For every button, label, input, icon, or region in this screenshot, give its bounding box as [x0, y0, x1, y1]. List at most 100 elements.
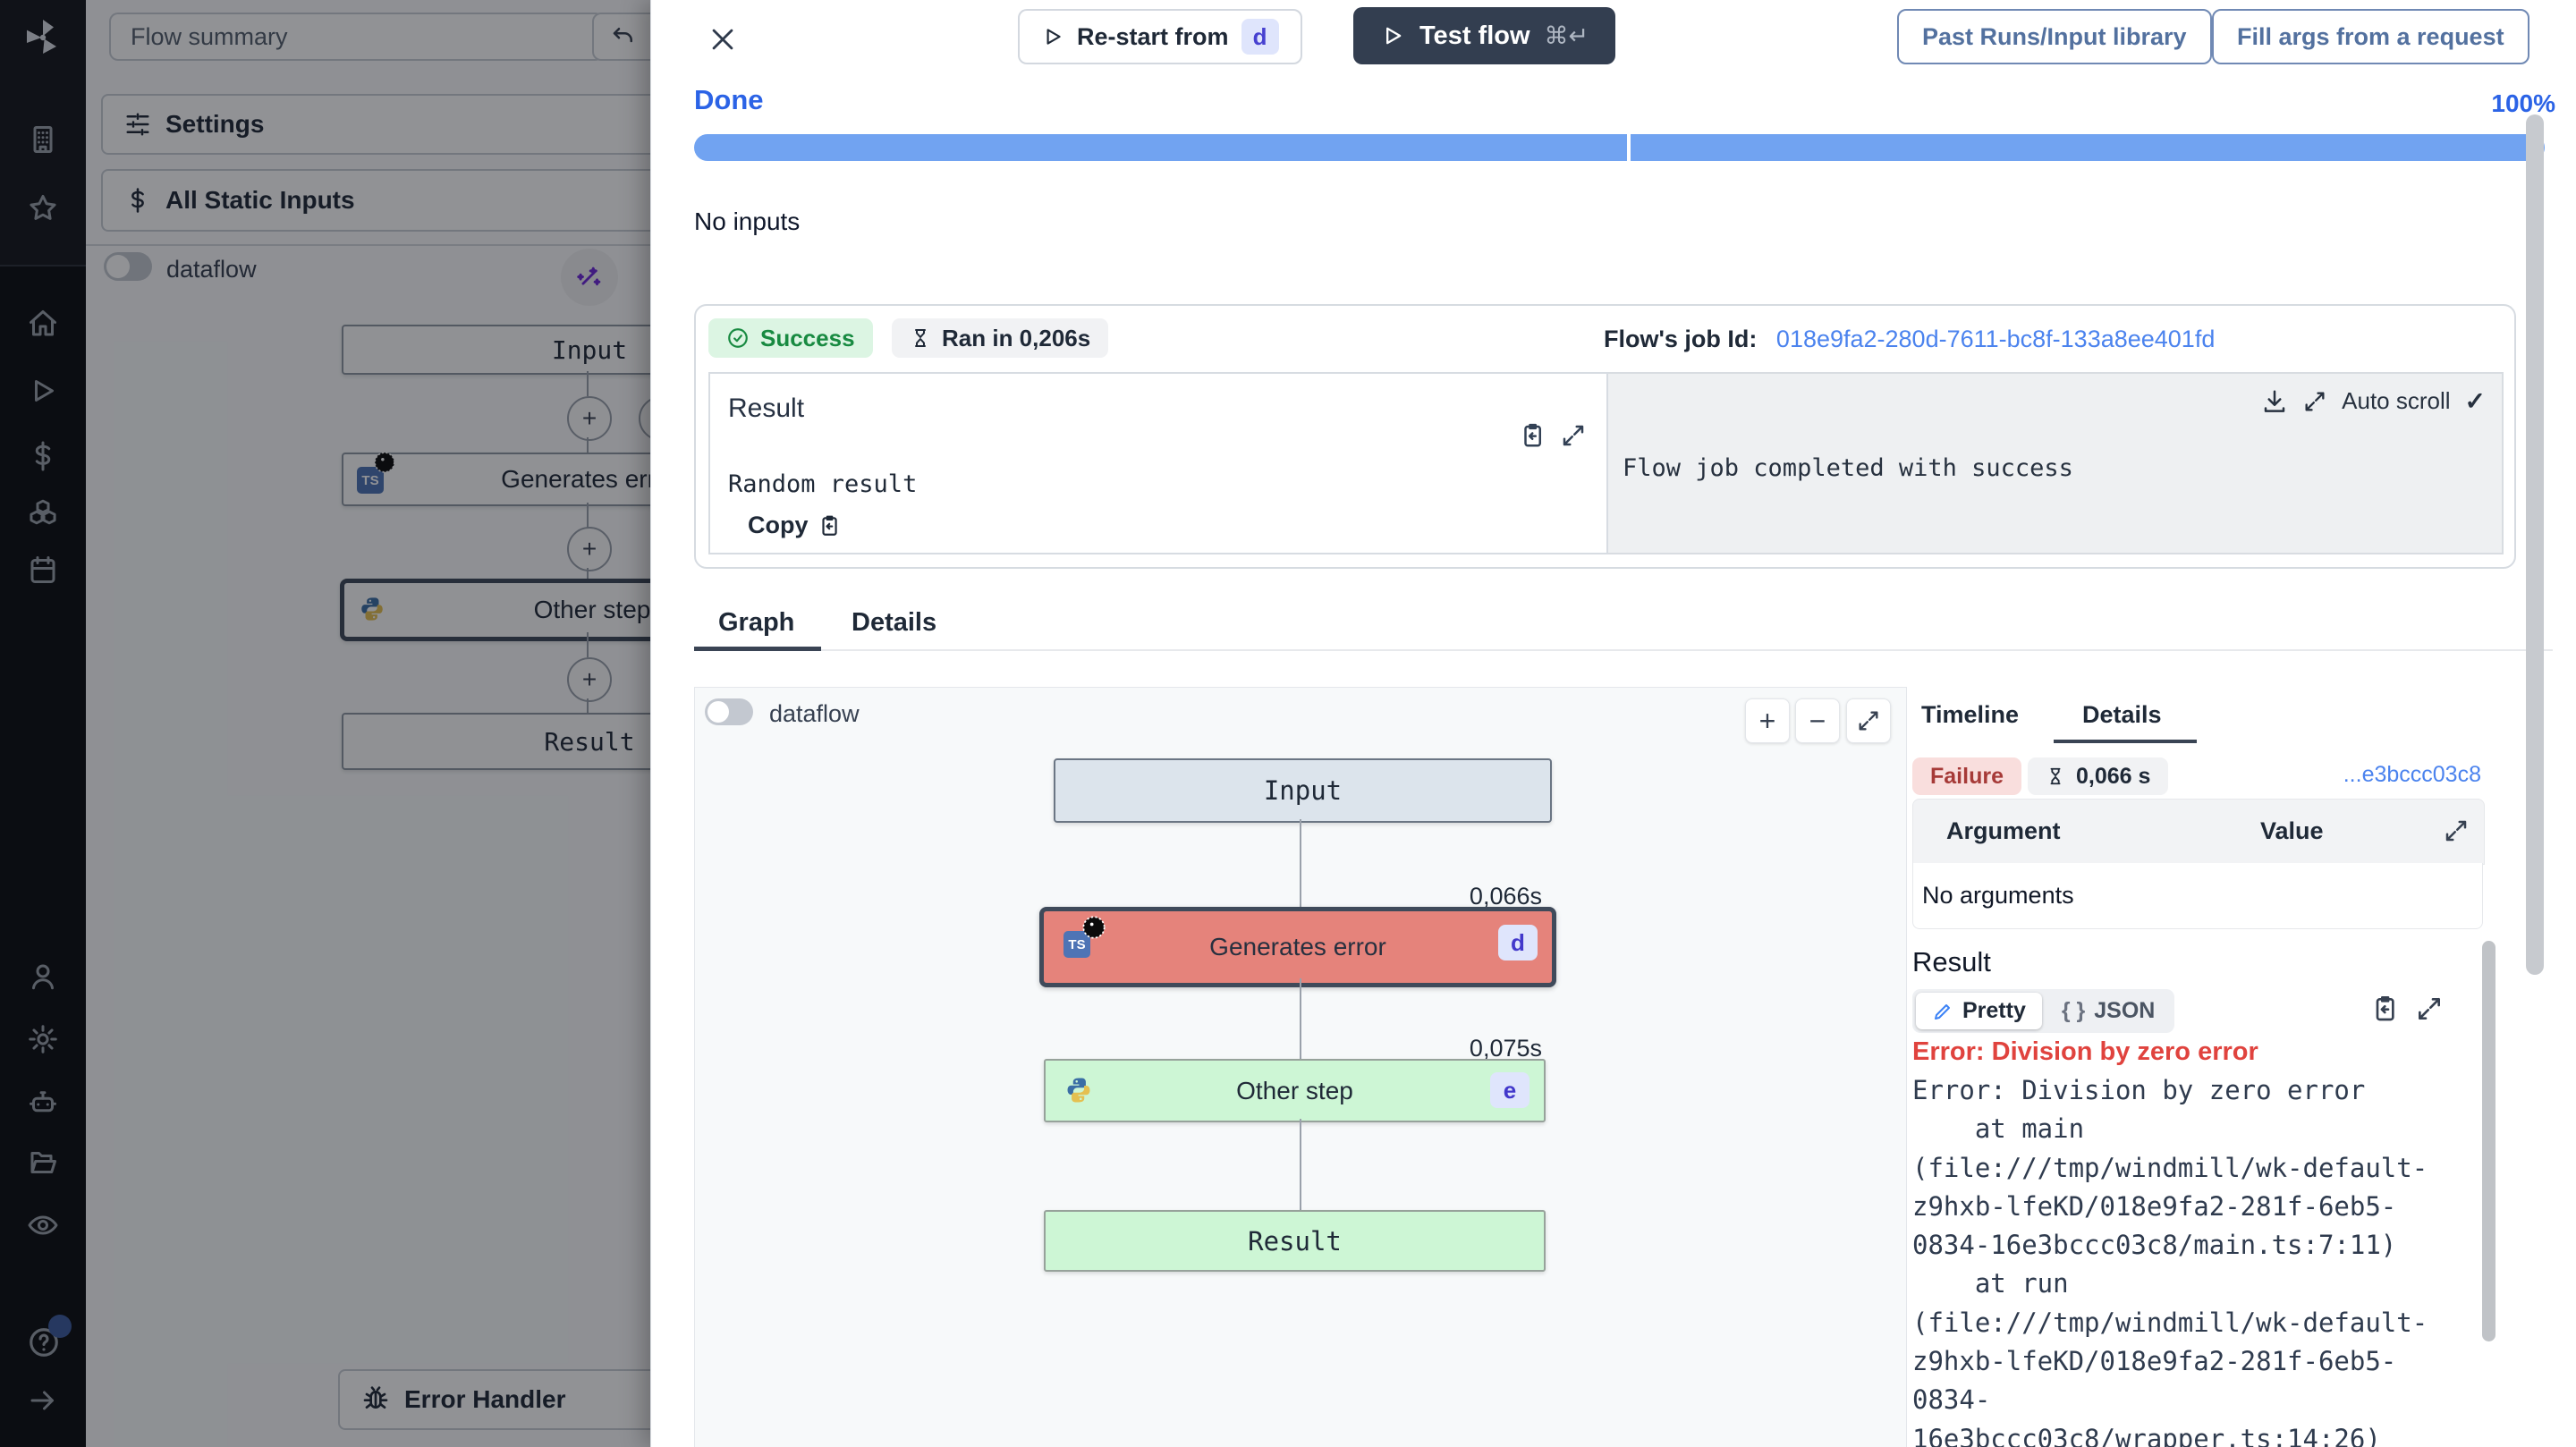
edge: [1300, 819, 1301, 907]
expand-icon: [1856, 708, 1881, 733]
run-duration-badge: Ran in 0,206s: [892, 318, 1108, 358]
play-icon: [1380, 23, 1405, 48]
step-details-panel: Timeline Details Failure 0,066 s ...e3bc…: [1912, 689, 2506, 1447]
log-box: Auto scroll ✓ Flow job completed with su…: [1608, 372, 2504, 554]
step-duration-badge: 0,066 s: [2028, 757, 2168, 795]
success-label: Success: [760, 325, 855, 352]
success-badge: Success: [708, 318, 873, 358]
node-label: Result: [1248, 1226, 1342, 1257]
progress-segment: [1631, 134, 2545, 161]
progress-status: Done: [694, 84, 764, 116]
close-button[interactable]: [701, 18, 744, 61]
tab-step-details[interactable]: Details: [2082, 701, 2162, 729]
python-icon: [1063, 1075, 1094, 1105]
autoscroll-label: Auto scroll: [2342, 387, 2450, 415]
fill-args-button[interactable]: Fill args from a request: [2212, 9, 2529, 64]
copy-icon[interactable]: [1519, 422, 1546, 449]
copy-icon: [818, 514, 841, 537]
result-view-switch: Pretty { } JSON: [1912, 989, 2174, 1033]
log-text: Flow job completed with success: [1623, 454, 2073, 482]
graph-node-result[interactable]: Result: [1044, 1210, 1546, 1272]
test-flow-shortcut: ⌘↵: [1545, 22, 1589, 50]
step-id-badge: d: [1498, 925, 1538, 960]
edge: [1300, 978, 1301, 1059]
graph-dataflow-label: dataflow: [769, 700, 860, 728]
test-flow-label: Test flow: [1419, 21, 1530, 51]
expand-icon[interactable]: [2443, 817, 2470, 844]
restart-step-badge: d: [1241, 19, 1279, 55]
past-runs-button[interactable]: Past Runs/Input library: [1897, 9, 2212, 64]
deno-icon: [1081, 915, 1106, 940]
graph-node-other-step[interactable]: Other step e: [1044, 1059, 1546, 1122]
fill-args-label: Fill args from a request: [2237, 23, 2504, 51]
argument-column-header: Argument: [1946, 817, 2061, 845]
copy-button[interactable]: Copy: [748, 512, 841, 539]
hourglass-icon: [2046, 766, 2065, 786]
no-inputs-text: No inputs: [694, 207, 800, 236]
step-result-actions: [2370, 994, 2444, 1023]
copy-label: Copy: [748, 512, 809, 539]
job-id-link[interactable]: 018e9fa2-280d-7611-bc8f-133a8ee401fd: [1776, 326, 2215, 352]
test-flow-drawer: Re-start from d Test flow ⌘↵ Past Runs/I…: [650, 0, 2576, 1447]
args-table-header: Argument Value: [1912, 799, 2485, 865]
tab-details[interactable]: Details: [852, 608, 936, 638]
progress-percent: 100%: [2491, 89, 2555, 118]
pen-icon: [1932, 1001, 1953, 1022]
node-label: Input: [1264, 775, 1342, 806]
tab-timeline[interactable]: Timeline: [1921, 701, 2019, 729]
flow-graph-panel: dataflow + − Input 0,066s TS Generates e…: [694, 687, 1907, 1447]
node-label: Generates error: [1209, 933, 1386, 961]
zoom-in-button[interactable]: +: [1745, 698, 1790, 743]
check-circle-icon: [726, 326, 750, 350]
graph-node-generates-error[interactable]: TS Generates error d: [1039, 907, 1556, 987]
error-stack-trace: Error: Division by zero error at main (f…: [1912, 1071, 2456, 1447]
error-title: Error: Division by zero error: [1912, 1037, 2258, 1067]
result-actions: [1519, 422, 1587, 449]
app-root: Flow summary Settings All Static Inputs …: [0, 0, 2576, 1447]
autoscroll-checkbox[interactable]: ✓: [2465, 386, 2486, 416]
fit-view-button[interactable]: [1846, 698, 1891, 743]
log-actions: Auto scroll ✓: [2261, 386, 2486, 416]
test-flow-button[interactable]: Test flow ⌘↵: [1353, 7, 1615, 64]
graph-dataflow-toggle[interactable]: [705, 698, 753, 725]
progress-segment: [694, 134, 1627, 161]
restart-from-button[interactable]: Re-start from d: [1018, 9, 1302, 64]
tab-graph-underline: [694, 647, 821, 651]
edge: [1300, 1119, 1301, 1210]
result-log-split: Result Random result Copy Au: [708, 372, 2504, 554]
step-job-link[interactable]: ...e3bccc03c8: [2343, 762, 2481, 788]
job-id-row: Flow's job Id: 018e9fa2-280d-7611-bc8f-1…: [1604, 326, 2215, 353]
graph-node-input[interactable]: Input: [1054, 758, 1552, 823]
drawer-scrollbar-thumb[interactable]: [2526, 114, 2544, 975]
progress-bar: [694, 134, 2545, 161]
tab-details-underline: [2054, 740, 2197, 743]
value-column-header: Value: [2260, 817, 2324, 845]
pretty-label: Pretty: [1962, 998, 2026, 1024]
json-label: JSON: [2094, 998, 2155, 1024]
play-icon: [1041, 25, 1064, 48]
result-scrollbar-thumb[interactable]: [2482, 941, 2496, 1341]
step-duration-label: 0,066 s: [2076, 764, 2150, 790]
json-toggle[interactable]: { } JSON: [2046, 993, 2172, 1029]
close-icon: [708, 24, 738, 55]
restart-label: Re-start from: [1077, 23, 1229, 51]
run-result-card: Success Ran in 0,206s Flow's job Id: 018…: [694, 304, 2516, 569]
zoom-out-button[interactable]: −: [1795, 698, 1840, 743]
result-title: Result: [728, 393, 804, 424]
tab-graph[interactable]: Graph: [718, 608, 794, 638]
pretty-toggle[interactable]: Pretty: [1916, 993, 2042, 1029]
node-label: Other step: [1236, 1077, 1353, 1105]
job-id-label: Flow's job Id:: [1604, 326, 1757, 352]
braces-icon: { }: [2062, 998, 2085, 1024]
result-box: Result Random result Copy: [708, 372, 1608, 554]
expand-icon[interactable]: [2302, 389, 2327, 414]
expand-icon[interactable]: [2415, 994, 2444, 1023]
copy-icon[interactable]: [2370, 994, 2399, 1023]
failure-label: Failure: [1930, 764, 2004, 790]
expand-icon[interactable]: [1560, 422, 1587, 449]
download-icon[interactable]: [2261, 388, 2288, 415]
no-arguments-text: No arguments: [1922, 882, 2074, 910]
hourglass-icon: [910, 327, 931, 349]
failure-badge: Failure: [1912, 757, 2021, 795]
step-id-badge: e: [1490, 1072, 1530, 1108]
